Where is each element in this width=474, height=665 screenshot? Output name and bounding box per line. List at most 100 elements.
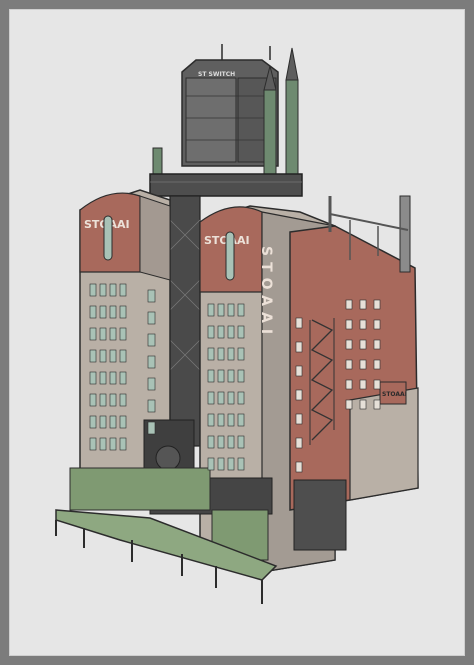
window: [217, 435, 225, 449]
window: [359, 379, 367, 390]
window: [119, 305, 127, 319]
window: [373, 379, 381, 390]
window: [373, 319, 381, 330]
window: [227, 457, 235, 471]
window: [109, 283, 117, 297]
window: [89, 371, 97, 385]
window: [237, 303, 245, 317]
side-billboard: STOAAI: [382, 391, 407, 398]
window: [227, 325, 235, 339]
vertical-sign: STOAAI: [258, 246, 274, 340]
window: [99, 371, 107, 385]
window: [359, 399, 367, 410]
window: [345, 339, 353, 350]
window: [207, 391, 215, 405]
window: [119, 415, 127, 429]
window: [237, 347, 245, 361]
window: [295, 317, 303, 329]
window: [147, 421, 156, 435]
window: [207, 457, 215, 471]
window: [147, 333, 156, 347]
window: [237, 369, 245, 383]
window: [119, 437, 127, 451]
page-border: ST SWITCH STOAAI STOAAI: [0, 0, 474, 665]
window: [237, 413, 245, 427]
window: [99, 305, 107, 319]
window: [217, 369, 225, 383]
window: [345, 379, 353, 390]
window: [89, 437, 97, 451]
window: [109, 393, 117, 407]
window: [147, 289, 156, 303]
window: [345, 319, 353, 330]
window: [217, 347, 225, 361]
window: [295, 437, 303, 449]
window: [89, 393, 97, 407]
window: [89, 283, 97, 297]
window: [217, 413, 225, 427]
window: [89, 349, 97, 363]
window: [217, 303, 225, 317]
window: [207, 413, 215, 427]
window: [99, 437, 107, 451]
window: [89, 305, 97, 319]
window: [147, 355, 156, 369]
window: [119, 371, 127, 385]
steel-spine: [169, 195, 201, 447]
window: [227, 391, 235, 405]
window: [295, 413, 303, 425]
window: [295, 461, 303, 473]
window: [237, 325, 245, 339]
window: [119, 349, 127, 363]
window: [345, 359, 353, 370]
window: [237, 435, 245, 449]
window: [345, 399, 353, 410]
window: [99, 415, 107, 429]
window: [227, 435, 235, 449]
paper-sheet: ST SWITCH STOAAI STOAAI: [9, 9, 465, 656]
window: [147, 377, 156, 391]
window: [99, 393, 107, 407]
window: [345, 299, 353, 310]
window: [295, 389, 303, 401]
window: [109, 437, 117, 451]
window: [227, 369, 235, 383]
window: [119, 393, 127, 407]
window: [99, 283, 107, 297]
window: [119, 327, 127, 341]
window: [373, 359, 381, 370]
tank-platform: [149, 173, 303, 197]
window: [359, 319, 367, 330]
window: [109, 327, 117, 341]
window: [147, 399, 156, 413]
window: [109, 415, 117, 429]
window: [359, 359, 367, 370]
window: [373, 399, 381, 410]
window: [373, 339, 381, 350]
window: [359, 299, 367, 310]
window: [89, 327, 97, 341]
window: [207, 435, 215, 449]
window: [237, 391, 245, 405]
window: [295, 365, 303, 377]
window: [217, 391, 225, 405]
window: [147, 311, 156, 325]
window: [109, 349, 117, 363]
window: [227, 413, 235, 427]
window: [89, 415, 97, 429]
window: [109, 371, 117, 385]
building-illustration: ST SWITCH STOAAI STOAAI: [55, 44, 419, 604]
brick-annex: STOAAI: [289, 195, 419, 551]
window: [227, 347, 235, 361]
window: [295, 341, 303, 353]
window: [99, 327, 107, 341]
window: [227, 303, 235, 317]
window: [109, 305, 117, 319]
tank-label: ST SWITCH: [198, 71, 235, 78]
window: [237, 457, 245, 471]
window: [207, 303, 215, 317]
window: [207, 325, 215, 339]
window: [207, 347, 215, 361]
window: [119, 283, 127, 297]
window: [217, 457, 225, 471]
